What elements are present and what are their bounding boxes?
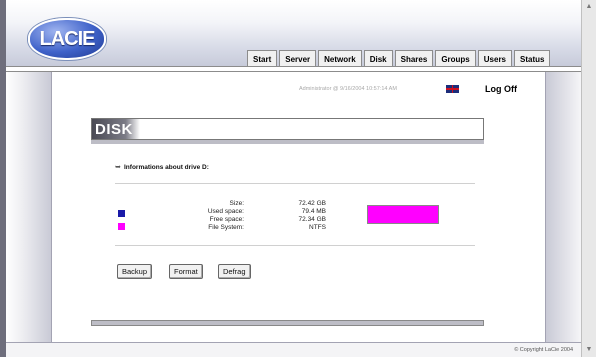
tab-users[interactable]: Users xyxy=(477,50,513,67)
right-gutter xyxy=(545,72,582,342)
lacie-logo: LACIE xyxy=(28,18,106,60)
info-bottom-separator xyxy=(115,245,475,246)
backup-button[interactable]: Backup xyxy=(117,264,153,279)
uk-flag-icon[interactable] xyxy=(446,85,459,93)
tab-start[interactable]: Start xyxy=(247,50,278,67)
page-title-box: DISK xyxy=(91,118,484,140)
page-title: DISK xyxy=(95,121,133,138)
header-banner: LACIE Start Server Network Disk Shares G… xyxy=(6,0,581,67)
tab-network[interactable]: Network xyxy=(318,50,362,67)
header-divider-secondary xyxy=(6,71,581,72)
file-system-label: File System: xyxy=(208,224,244,231)
size-value: 72.42 GB xyxy=(298,200,326,207)
vertical-scrollbar[interactable]: ▲ ▼ xyxy=(581,0,596,357)
free-space-legend xyxy=(118,223,125,230)
used-space-legend xyxy=(118,210,125,217)
used-space-value: 79.4 MB xyxy=(301,208,326,215)
title-underline xyxy=(91,140,484,144)
size-label: Size: xyxy=(229,200,244,207)
scroll-down-icon[interactable]: ▼ xyxy=(583,345,595,355)
drive-info-heading-text: Informations about drive xyxy=(124,164,201,171)
main-nav-tabs: Start Server Network Disk Shares Groups … xyxy=(247,50,552,67)
content-bottom-bar xyxy=(91,320,484,326)
tab-status[interactable]: Status xyxy=(514,50,551,67)
info-top-separator xyxy=(115,183,475,184)
free-space-label: Free space: xyxy=(209,216,244,223)
used-space-label: Used space: xyxy=(207,208,244,215)
drive-letter: D: xyxy=(202,164,209,171)
file-system-value: NTFS xyxy=(309,224,326,231)
left-gutter xyxy=(6,72,52,342)
drive-info-icon: ➥ xyxy=(115,164,121,171)
logoff-link[interactable]: Log Off xyxy=(485,84,517,94)
drive-info-heading: Informations about drive D: xyxy=(124,164,209,171)
tab-groups[interactable]: Groups xyxy=(435,50,476,67)
format-button[interactable]: Format xyxy=(169,264,203,279)
tab-server[interactable]: Server xyxy=(279,50,317,67)
tab-disk[interactable]: Disk xyxy=(363,50,393,67)
scroll-up-icon[interactable]: ▲ xyxy=(583,2,595,12)
free-space-value: 72.34 GB xyxy=(298,216,326,223)
tab-shares[interactable]: Shares xyxy=(394,50,434,67)
disk-usage-bar xyxy=(367,205,439,224)
admin-session-info: Administrator @ 9/16/2004 10:57:14 AM xyxy=(299,86,397,92)
footer: © Copyright LaCie 2004 xyxy=(6,342,581,357)
header-divider xyxy=(6,66,581,67)
defrag-button[interactable]: Defrag xyxy=(218,264,251,279)
copyright-text: © Copyright LaCie 2004 xyxy=(514,347,573,353)
